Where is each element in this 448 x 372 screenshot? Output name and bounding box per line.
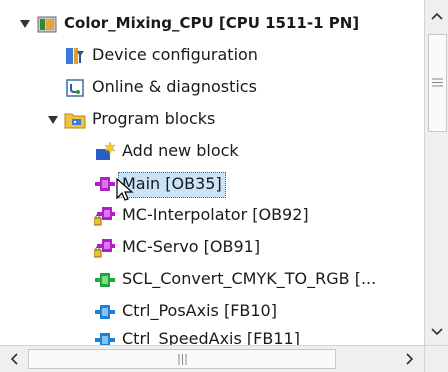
tree-row-program-blocks[interactable]: Program blocks	[0, 104, 424, 136]
cpu-label: Color_Mixing_CPU [CPU 1511-1 PN]	[64, 14, 360, 32]
scroll-up-button[interactable]	[425, 4, 448, 28]
tree-row-scl-convert[interactable]: SCL_Convert_CMYK_TO_RGB [...	[0, 264, 424, 296]
horizontal-scrollbar[interactable]	[0, 345, 424, 372]
scroll-down-button[interactable]	[425, 320, 448, 344]
ctrl-posaxis-label: Ctrl_PosAxis [FB10]	[122, 301, 277, 320]
device-configuration-label: Device configuration	[92, 45, 258, 64]
fb-block-icon	[94, 301, 116, 323]
main-ob35-label: Main [OB35]	[118, 172, 226, 198]
chevron-down-icon	[431, 328, 443, 336]
vertical-scrollbar[interactable]	[424, 0, 448, 345]
online-diagnostics-label: Online & diagnostics	[92, 77, 257, 96]
scrollbar-corner	[424, 345, 448, 372]
tree-row-cpu[interactable]: Color_Mixing_CPU [CPU 1511-1 PN]	[0, 8, 424, 40]
mc-interpolator-label: MC-Interpolator [OB92]	[122, 205, 309, 224]
chevron-right-icon	[406, 353, 414, 365]
scroll-right-button[interactable]	[398, 347, 422, 371]
tree-row-mc-servo[interactable]: MC-Servo [OB91]	[0, 232, 424, 264]
ob-block-protected-icon	[94, 205, 116, 227]
vertical-scroll-thumb[interactable]	[428, 34, 447, 132]
tree-row-ctrl-speedaxis[interactable]: Ctrl_SpeedAxis [FB11]	[0, 326, 424, 345]
tree-row-add-new-block[interactable]: Add new block	[0, 136, 424, 168]
cpu-icon	[36, 13, 58, 35]
chevron-up-icon	[431, 12, 443, 20]
device-configuration-icon	[64, 45, 86, 67]
grip-icon	[432, 78, 443, 87]
fb-block-icon	[94, 329, 116, 345]
ob-block-protected-icon	[94, 237, 116, 259]
online-diagnostics-icon	[64, 77, 86, 99]
ctrl-speedaxis-label: Ctrl_SpeedAxis [FB11]	[122, 329, 300, 345]
tree-row-online-diagnostics[interactable]: Online & diagnostics	[0, 72, 424, 104]
scl-convert-label: SCL_Convert_CMYK_TO_RGB [...	[122, 269, 377, 288]
tree-row-main-ob35[interactable]: Main [OB35]	[0, 168, 424, 201]
folder-icon	[64, 109, 86, 131]
ob-block-icon	[94, 173, 116, 195]
project-tree: Color_Mixing_CPU [CPU 1511-1 PN] Device …	[0, 0, 424, 345]
chevron-left-icon	[10, 353, 18, 365]
add-new-block-label: Add new block	[122, 141, 239, 160]
add-new-block-icon	[94, 141, 116, 163]
expand-caret-icon[interactable]	[18, 17, 32, 31]
scroll-left-button[interactable]	[2, 347, 26, 371]
tree-row-ctrl-posaxis[interactable]: Ctrl_PosAxis [FB10]	[0, 296, 424, 328]
mc-servo-label: MC-Servo [OB91]	[122, 237, 261, 256]
expand-caret-icon[interactable]	[46, 113, 60, 127]
tree-row-device-configuration[interactable]: Device configuration	[0, 40, 424, 72]
program-blocks-label: Program blocks	[92, 109, 216, 128]
horizontal-scroll-thumb[interactable]	[28, 349, 336, 369]
tree-row-mc-interpolator[interactable]: MC-Interpolator [OB92]	[0, 200, 424, 232]
fc-block-icon	[94, 269, 116, 291]
grip-icon	[178, 353, 186, 365]
